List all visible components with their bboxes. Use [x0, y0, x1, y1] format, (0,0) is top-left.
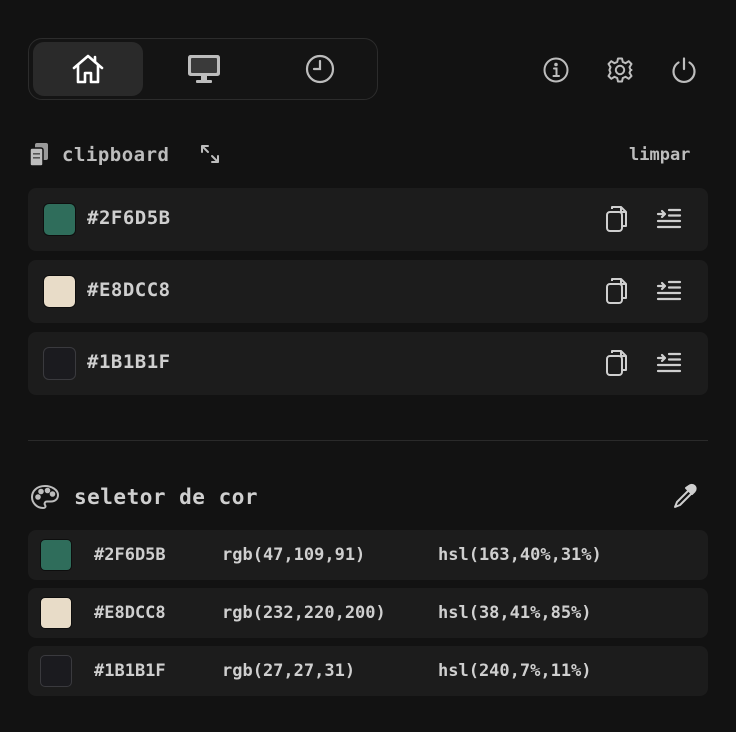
expand-icon: [199, 143, 221, 165]
clipboard-icon: [28, 142, 50, 168]
clock-icon: [304, 53, 336, 85]
monitor-icon: [186, 53, 222, 85]
power-icon: [670, 56, 698, 84]
tab-history[interactable]: [265, 42, 375, 96]
home-icon: [71, 53, 105, 85]
color-swatch: [40, 539, 72, 571]
rgb-value: rgb(232,220,200): [222, 603, 386, 623]
picker-title: seletor de cor: [74, 485, 259, 509]
hsl-value: hsl(163,40%,31%): [438, 545, 602, 565]
section-divider: [28, 440, 708, 441]
apply-button[interactable]: [654, 275, 684, 307]
hex-value: #E8DCC8: [94, 603, 166, 623]
color-swatch: [43, 275, 76, 308]
picker-row: #1B1B1F rgb(27,27,31) hsl(240,7%,11%): [28, 646, 708, 696]
copy-icon: [604, 204, 630, 234]
eyedropper-button[interactable]: [671, 483, 697, 509]
clipboard-item: #E8DCC8: [28, 260, 708, 323]
copy-button[interactable]: [602, 203, 632, 235]
rgb-value: rgb(47,109,91): [222, 545, 366, 565]
color-swatch: [43, 203, 76, 236]
info-icon: [542, 56, 570, 84]
rgb-value: rgb(27,27,31): [222, 661, 356, 681]
color-swatch: [40, 655, 72, 687]
copy-button[interactable]: [602, 275, 632, 307]
copy-icon: [604, 348, 630, 378]
picker-row: #E8DCC8 rgb(232,220,200) hsl(38,41%,85%): [28, 588, 708, 638]
settings-button[interactable]: [604, 54, 636, 86]
apply-button[interactable]: [654, 347, 684, 379]
copy-icon: [604, 276, 630, 306]
list-arrow-icon: [656, 352, 682, 374]
eyedropper-icon: [671, 483, 697, 509]
gear-icon: [606, 56, 634, 84]
tab-home[interactable]: [33, 42, 143, 96]
picker-row: #2F6D5B rgb(47,109,91) hsl(163,40%,31%): [28, 530, 708, 580]
apply-button[interactable]: [654, 203, 684, 235]
hex-value: #E8DCC8: [87, 279, 171, 301]
palette-icon: [30, 484, 60, 510]
expand-button[interactable]: [199, 143, 221, 165]
tab-display[interactable]: [149, 42, 259, 96]
hex-value: #2F6D5B: [94, 545, 166, 565]
hex-value: #2F6D5B: [87, 207, 171, 229]
clipboard-header: clipboard: [28, 141, 169, 169]
hex-value: #1B1B1F: [87, 351, 171, 373]
hsl-value: hsl(38,41%,85%): [438, 603, 592, 623]
list-arrow-icon: [656, 208, 682, 230]
color-swatch: [43, 347, 76, 380]
power-button[interactable]: [668, 54, 700, 86]
clear-button[interactable]: limpar: [629, 145, 690, 165]
color-swatch: [40, 597, 72, 629]
list-arrow-icon: [656, 280, 682, 302]
clipboard-item: #2F6D5B: [28, 188, 708, 251]
clipboard-item: #1B1B1F: [28, 332, 708, 395]
hex-value: #1B1B1F: [94, 661, 166, 681]
clipboard-title: clipboard: [62, 144, 170, 166]
picker-header: seletor de cor: [30, 482, 258, 512]
info-button[interactable]: [540, 54, 572, 86]
view-tab-group: [28, 38, 378, 100]
copy-button[interactable]: [602, 347, 632, 379]
hsl-value: hsl(240,7%,11%): [438, 661, 592, 681]
